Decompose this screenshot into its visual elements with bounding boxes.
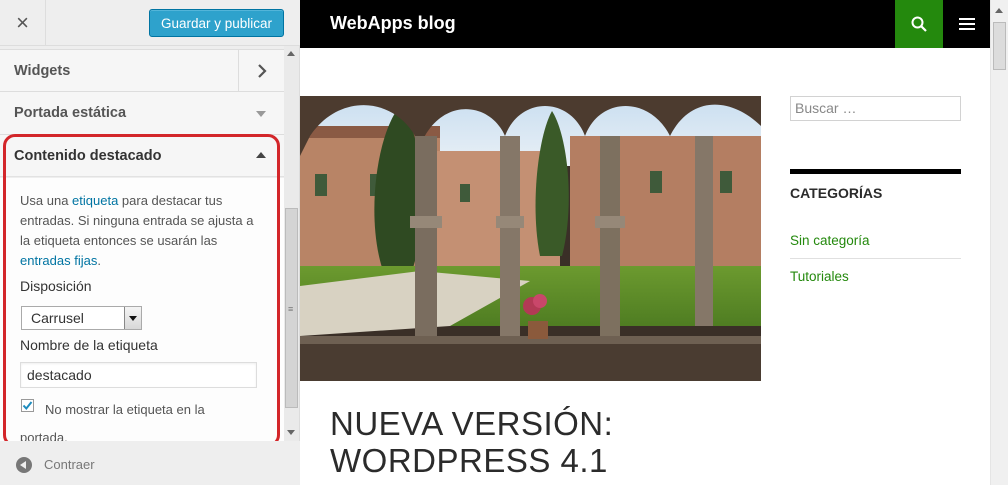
section-featured-content: Contenido destacado Usa una etiqueta par… (0, 135, 284, 441)
search-toggle-button[interactable] (895, 0, 943, 48)
scroll-up-icon[interactable] (287, 51, 295, 56)
scroll-down-icon[interactable] (287, 430, 295, 435)
category-link[interactable]: Tutoriales (790, 269, 961, 284)
preview-scrollbar[interactable] (990, 0, 1008, 485)
section-static-front[interactable]: Portada estática (0, 92, 284, 135)
widget-divider (790, 169, 961, 174)
hide-tag-checkbox[interactable] (21, 399, 34, 412)
post-featured-image[interactable] (300, 96, 761, 381)
section-featured-header[interactable]: Contenido destacado (0, 135, 284, 177)
site-preview: WebApps blog NUEVA VERSIÓN: WORDPRESS 4.… (300, 0, 990, 485)
sticky-posts-link[interactable]: entradas fijas (20, 253, 97, 268)
desc-text-3: . (97, 253, 101, 268)
scroll-up-icon[interactable] (995, 8, 1003, 13)
layout-label: Disposición (20, 278, 92, 294)
save-publish-button[interactable]: Guardar y publicar (149, 9, 284, 37)
site-title[interactable]: WebApps blog (330, 13, 456, 34)
site-header: WebApps blog (300, 0, 990, 48)
category-link[interactable]: Sin categoría (790, 233, 961, 248)
featured-description: Usa una etiqueta para destacar tus entra… (20, 191, 265, 271)
post-title[interactable]: NUEVA VERSIÓN: WORDPRESS 4.1 (330, 405, 690, 479)
chevron-right-icon[interactable] (238, 50, 284, 92)
checkbox-check-icon (22, 401, 33, 411)
caret-up-icon (256, 152, 266, 158)
section-widgets[interactable]: Widgets (0, 49, 284, 92)
customizer-sections[interactable]: Widgets Portada estática Contenido desta… (0, 46, 284, 441)
featured-content-panel: Usa una etiqueta para destacar tus entra… (0, 178, 284, 441)
caret-down-icon (256, 111, 266, 117)
grip-icon: ≡ (288, 304, 294, 314)
menu-icon[interactable] (943, 0, 990, 48)
search-input[interactable]: Buscar … (790, 96, 961, 121)
section-static-front-label: Portada estática (14, 105, 127, 121)
collapse-arrow-icon[interactable] (16, 457, 32, 473)
preview-scroll-thumb[interactable] (993, 22, 1006, 70)
section-featured-label: Contenido destacado (14, 147, 162, 164)
section-widgets-label: Widgets (14, 62, 71, 79)
tag-name-label: Nombre de la etiqueta (20, 337, 158, 353)
customizer-footer: Contraer (0, 441, 300, 485)
customizer-sidebar: × Guardar y publicar Widgets Portada est… (0, 0, 300, 485)
search-icon (911, 16, 927, 32)
category-separator (790, 258, 961, 259)
categories-title: CATEGORÍAS (790, 185, 883, 201)
customizer-header: × Guardar y publicar (0, 0, 300, 46)
close-icon[interactable]: × (0, 0, 46, 46)
tag-link[interactable]: etiqueta (72, 193, 118, 208)
desc-text-1: Usa una (20, 193, 73, 208)
layout-select-value: Carrusel (31, 310, 84, 326)
hide-tag-label[interactable]: No mostrar la etiqueta en la portada. (20, 396, 250, 441)
layout-select[interactable]: Carrusel (21, 306, 142, 330)
dropdown-arrow-icon[interactable] (124, 307, 141, 329)
collapse-button[interactable]: Contraer (44, 457, 95, 472)
tag-name-input[interactable]: destacado (20, 362, 257, 388)
